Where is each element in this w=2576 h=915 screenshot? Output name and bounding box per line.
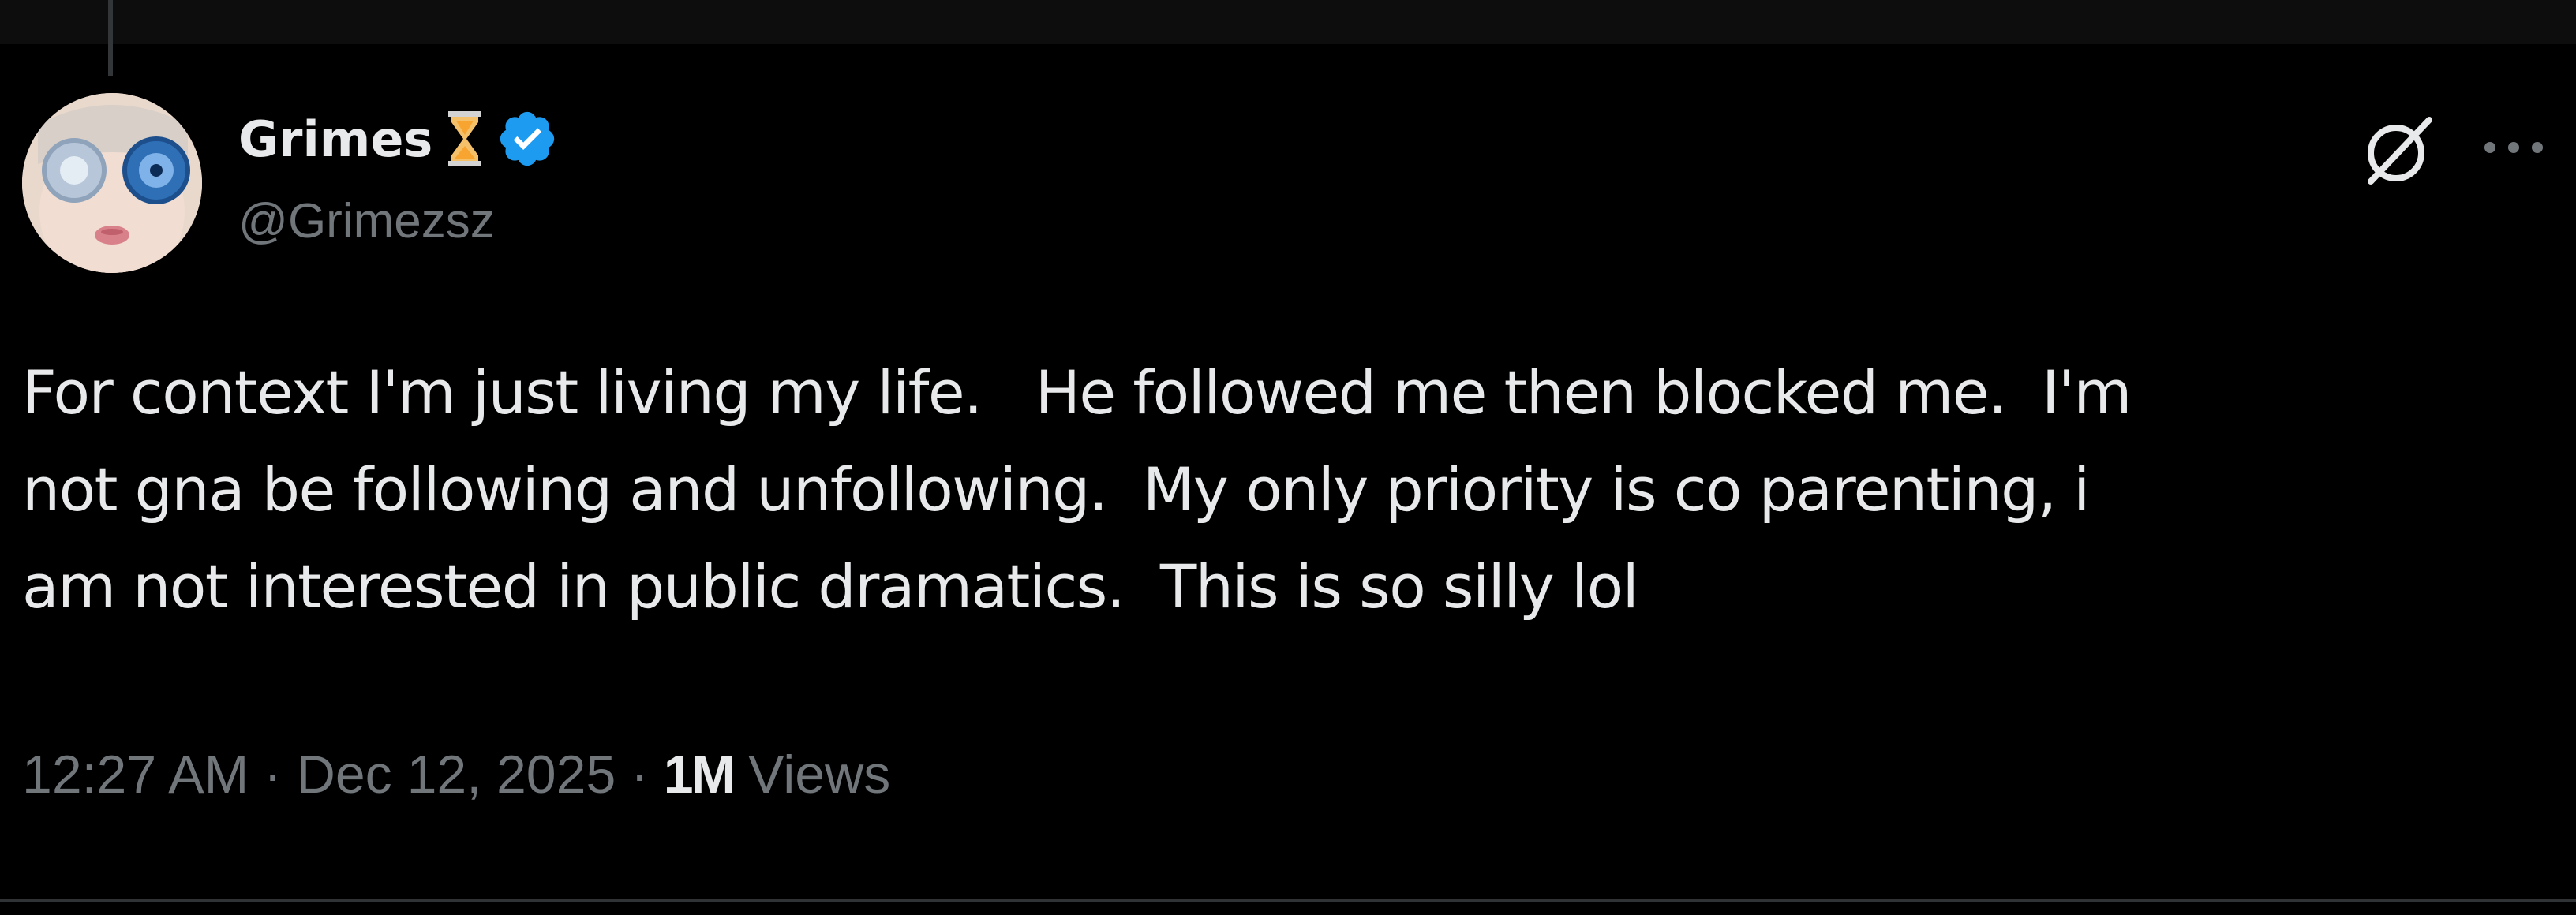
avatar-image: [22, 93, 202, 273]
divider: [0, 899, 2576, 902]
meta-separator: ·: [616, 745, 664, 805]
more-icon[interactable]: [2478, 136, 2549, 159]
avatar[interactable]: [22, 93, 202, 273]
display-name[interactable]: Grimes: [238, 110, 432, 168]
author-handle[interactable]: @Grimezsz: [238, 197, 495, 246]
tweet-time[interactable]: 12:27 AM: [22, 745, 249, 805]
meta-separator: ·: [249, 745, 297, 805]
tweet-meta: 12:27 AM · Dec 12, 2025 · 1M Views: [22, 748, 890, 801]
tweet-text: For context I'm just living my life. He …: [22, 357, 2132, 622]
views-label[interactable]: Views: [733, 745, 890, 805]
views-count[interactable]: 1M: [664, 745, 736, 805]
grok-icon[interactable]: [2357, 109, 2439, 191]
author-name-row[interactable]: Grimes: [238, 106, 559, 172]
tweet: Grimes @Grimezsz For context I'm just li…: [0, 0, 2576, 915]
tweet-date[interactable]: Dec 12, 2025: [297, 745, 616, 805]
verified-badge-icon[interactable]: [496, 107, 559, 170]
hourglass-icon: [447, 111, 483, 166]
